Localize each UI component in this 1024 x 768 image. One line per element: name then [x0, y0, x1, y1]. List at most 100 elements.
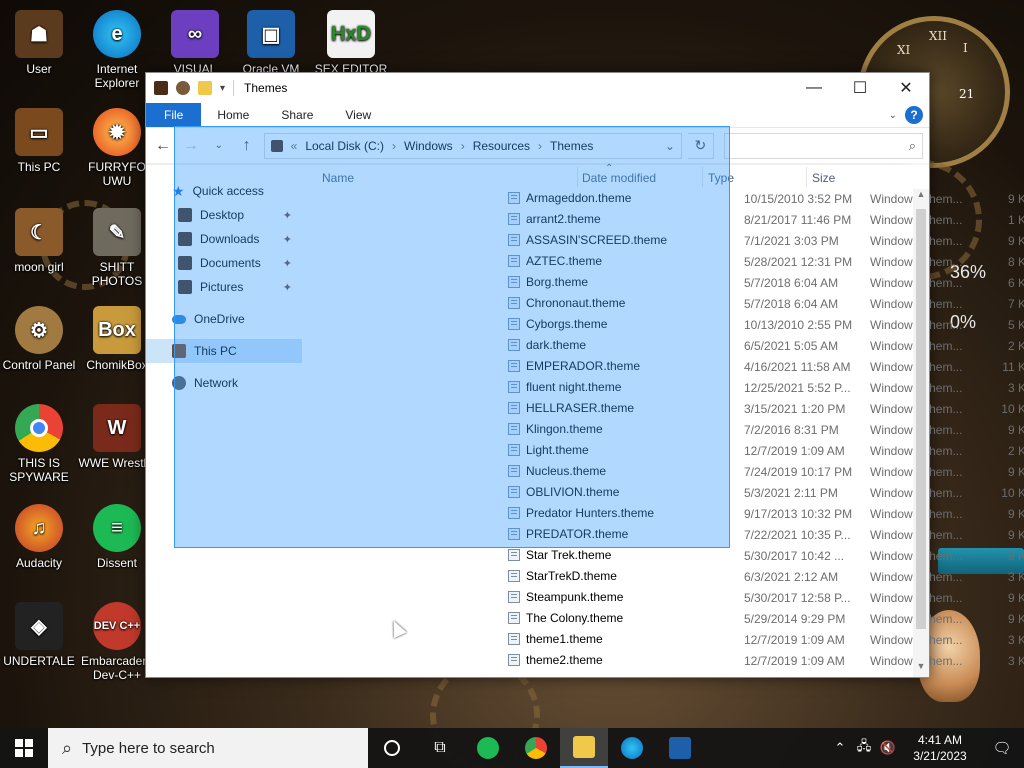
file-row[interactable]: OBLIVION.theme 5/3/2021 2:11 PM Windows Th… — [308, 483, 1024, 504]
breadcrumb-separator-icon[interactable]: › — [461, 139, 465, 153]
system-clock[interactable]: 4:41 AM 3/21/2023 — [900, 732, 980, 764]
column-divider[interactable] — [577, 167, 578, 187]
tab-view[interactable]: View — [329, 103, 387, 127]
desktop-icon-user[interactable]: ☗ User — [0, 10, 78, 76]
column-header-name[interactable]: Name — [322, 171, 354, 185]
scroll-down-icon[interactable]: ▼ — [913, 661, 929, 677]
desktop-icon-audacity[interactable]: ♫ Audacity — [0, 504, 78, 570]
nav-onedrive[interactable]: OneDrive — [146, 307, 308, 331]
breadcrumb-resources[interactable]: Resources — [473, 139, 530, 153]
nav-quick-access[interactable]: ★ Quick access — [146, 179, 308, 203]
taskbar-app-edge[interactable] — [608, 728, 656, 768]
breadcrumb-themes[interactable]: Themes — [550, 139, 593, 153]
taskbar-app-virtualbox[interactable] — [656, 728, 704, 768]
properties-icon[interactable] — [176, 81, 190, 95]
file-row[interactable]: fluent night.theme 12/25/2021 5:52 P... Wi… — [308, 378, 1024, 399]
breadcrumb-separator-icon[interactable]: › — [392, 139, 396, 153]
tab-file[interactable]: File — [146, 103, 202, 127]
file-row[interactable]: Chrononaut.theme 5/7/2018 6:04 AM Windows … — [308, 294, 1024, 315]
close-button[interactable]: ✕ — [883, 73, 929, 103]
recent-locations-chevron-icon[interactable]: ⌄ — [208, 140, 230, 151]
file-row[interactable]: Cyborgs.theme 10/13/2010 2:55 PM Windows T… — [308, 315, 1024, 336]
file-row[interactable]: Predator Hunters.theme 9/17/2013 10:32 PM… — [308, 504, 1024, 525]
nav-this-pc[interactable]: This PC — [146, 339, 302, 363]
breadcrumb-windows[interactable]: Windows — [404, 139, 453, 153]
nav-documents[interactable]: Documents ✦ — [146, 251, 308, 275]
file-row[interactable]: EMPERADOR.theme 4/16/2021 11:58 AM Windows… — [308, 357, 1024, 378]
start-button[interactable] — [0, 728, 48, 768]
show-hidden-icons-chevron-icon[interactable]: ⌃ — [828, 740, 852, 756]
file-row[interactable]: dark.theme 6/5/2021 5:05 AM Windows Them..… — [308, 336, 1024, 357]
help-icon[interactable]: ? — [905, 106, 923, 124]
task-view-button[interactable]: ⧉ — [416, 728, 464, 768]
desktop-icon-undertale[interactable]: ◈ UNDERTALE — [0, 602, 78, 668]
vertical-scrollbar[interactable]: ▲ ▼ — [913, 189, 929, 677]
file-row[interactable]: Steampunk.theme 5/30/2017 12:58 P... Windo… — [308, 588, 1024, 609]
file-row[interactable]: Armageddon.theme 10/15/2010 3:52 PM Window… — [308, 189, 1024, 210]
file-row[interactable]: Star Trek.theme 5/30/2017 10:42 ... Window… — [308, 546, 1024, 567]
file-name-cell: Chrononaut.theme — [508, 296, 738, 310]
file-row[interactable]: ASSASIN'SCREED.theme 7/1/2021 3:03 PM Wind… — [308, 231, 1024, 252]
search-input[interactable] — [724, 133, 922, 158]
taskbar-app-chrome[interactable] — [512, 728, 560, 768]
desktop-icon-oracle-vm[interactable]: ▣ Oracle VM — [232, 10, 310, 76]
desktop-icon-chrome[interactable]: THIS IS SPYWARE — [0, 404, 78, 484]
forward-arrow-icon[interactable]: → — [180, 137, 202, 155]
title-bar[interactable]: ▾ Themes — ☐ ✕ — [146, 73, 929, 103]
file-row[interactable]: arrant2.theme 8/21/2017 11:46 PM Windows T… — [308, 210, 1024, 231]
up-arrow-icon[interactable]: ↑ — [236, 137, 258, 155]
maximize-button[interactable]: ☐ — [837, 73, 883, 103]
file-row[interactable]: StarTrekD.theme 6/3/2021 2:12 AM Windows T… — [308, 567, 1024, 588]
volume-muted-icon[interactable]: 🔇 — [876, 740, 900, 756]
file-row[interactable]: HELLRASER.theme 3/15/2021 1:20 PM Windows … — [308, 399, 1024, 420]
breadcrumb-local-disk[interactable]: Local Disk (C:) — [305, 139, 384, 153]
expand-ribbon-chevron-icon[interactable]: ⌄ — [889, 110, 897, 121]
pin-icon[interactable]: ✦ — [283, 233, 292, 246]
desktop-icon-visual-studio[interactable]: ∞ VISUAL — [156, 10, 234, 76]
address-dropdown-chevron-icon[interactable]: ⌄ — [665, 139, 675, 153]
search-box[interactable]: ⌕ — [723, 132, 923, 159]
tab-share[interactable]: Share — [265, 103, 329, 127]
desktop-icon-hex-editor[interactable]: HxD SEX EDITOR — [312, 10, 390, 76]
nav-desktop[interactable]: Desktop ✦ — [146, 203, 308, 227]
address-bar[interactable]: « Local Disk (C:) › Windows › Resources … — [263, 132, 682, 159]
scroll-up-icon[interactable]: ▲ — [913, 189, 929, 205]
nav-network[interactable]: Network — [146, 371, 308, 395]
pin-icon[interactable]: ✦ — [283, 257, 292, 270]
divider — [233, 80, 235, 96]
file-row[interactable]: PREDATOR.theme 7/22/2021 10:35 P... Window… — [308, 525, 1024, 546]
customize-toolbar-chevron-icon[interactable]: ▾ — [220, 83, 225, 94]
back-arrow-icon[interactable]: ← — [152, 137, 174, 155]
refresh-button[interactable]: ↻ — [687, 132, 714, 159]
taskbar-search-box[interactable]: ⌕ Type here to search — [48, 728, 368, 768]
new-folder-icon[interactable] — [198, 81, 212, 95]
nav-pictures[interactable]: Pictures ✦ — [146, 275, 308, 299]
breadcrumb-separator-icon[interactable]: › — [538, 139, 542, 153]
desktop-icon-this-pc[interactable]: ▭ This PC — [0, 108, 78, 174]
minimize-button[interactable]: — — [791, 73, 837, 103]
taskbar-app-file-explorer[interactable] — [560, 728, 608, 768]
column-divider[interactable] — [806, 167, 807, 187]
column-header-date[interactable]: Date modified — [582, 171, 656, 185]
column-divider[interactable] — [702, 167, 703, 187]
network-icon[interactable]: 🖧 — [852, 737, 876, 759]
desktop-icon-control-panel[interactable]: ⚙ Control Panel — [0, 306, 78, 372]
column-header-size[interactable]: Size — [812, 171, 835, 185]
pin-icon[interactable]: ✦ — [283, 281, 292, 294]
notifications-icon[interactable]: 🗨 — [980, 739, 1024, 757]
tab-home[interactable]: Home — [201, 103, 265, 127]
file-row[interactable]: theme2.theme 12/7/2019 1:09 AM Windows The… — [308, 651, 1024, 672]
file-row[interactable]: Borg.theme 5/7/2018 6:04 AM Windows Them..… — [308, 273, 1024, 294]
breadcrumb-overflow[interactable]: « — [291, 139, 298, 153]
column-header-type[interactable]: Type — [708, 171, 734, 185]
file-row[interactable]: Nucleus.theme 7/24/2019 10:17 PM Windows T… — [308, 462, 1024, 483]
file-row[interactable]: AZTEC.theme 5/28/2021 12:31 PM Windows The… — [308, 252, 1024, 273]
nav-downloads[interactable]: Downloads ✦ — [146, 227, 308, 251]
desktop-icon-moon-girl[interactable]: ☾ moon girl — [0, 208, 78, 274]
pin-icon[interactable]: ✦ — [283, 209, 292, 222]
taskbar-app-spotify[interactable] — [464, 728, 512, 768]
scrollbar-thumb[interactable] — [916, 209, 926, 629]
file-row[interactable]: Klingon.theme 7/2/2016 8:31 PM Windows The… — [308, 420, 1024, 441]
file-row[interactable]: Light.theme 12/7/2019 1:09 AM Windows Them… — [308, 441, 1024, 462]
cortana-button[interactable] — [368, 728, 416, 768]
